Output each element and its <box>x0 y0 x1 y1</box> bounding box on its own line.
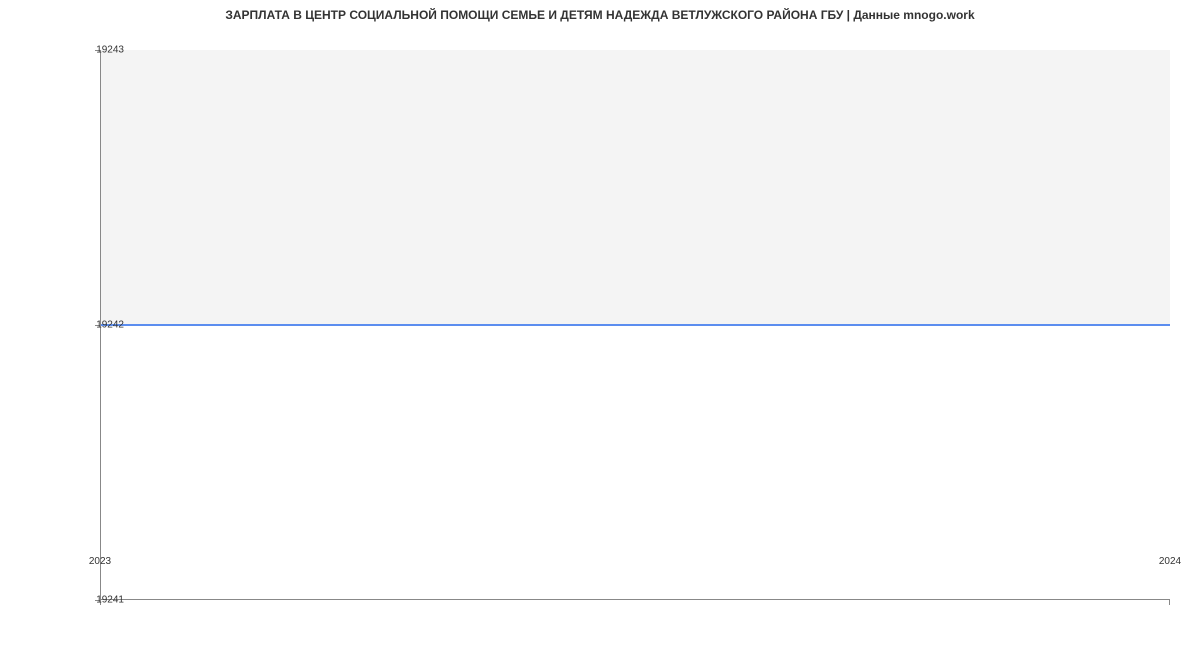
ytick-label: 19243 <box>96 45 124 56</box>
x-axis <box>100 599 1170 600</box>
plot-area <box>100 50 1170 600</box>
ytick-label: 19241 <box>96 595 124 606</box>
xtick-label: 2023 <box>89 556 111 567</box>
ytick-label: 19242 <box>96 320 124 331</box>
chart-title: ЗАРПЛАТА В ЦЕНТР СОЦИАЛЬНОЙ ПОМОЩИ СЕМЬЕ… <box>0 8 1200 22</box>
xtick-mark <box>1169 600 1170 605</box>
chart-container: ЗАРПЛАТА В ЦЕНТР СОЦИАЛЬНОЙ ПОМОЩИ СЕМЬЕ… <box>0 0 1200 650</box>
data-line <box>100 324 1170 326</box>
grid-band-lower <box>100 325 1170 600</box>
xtick-label: 2024 <box>1159 556 1181 567</box>
grid-band-upper <box>100 50 1170 325</box>
